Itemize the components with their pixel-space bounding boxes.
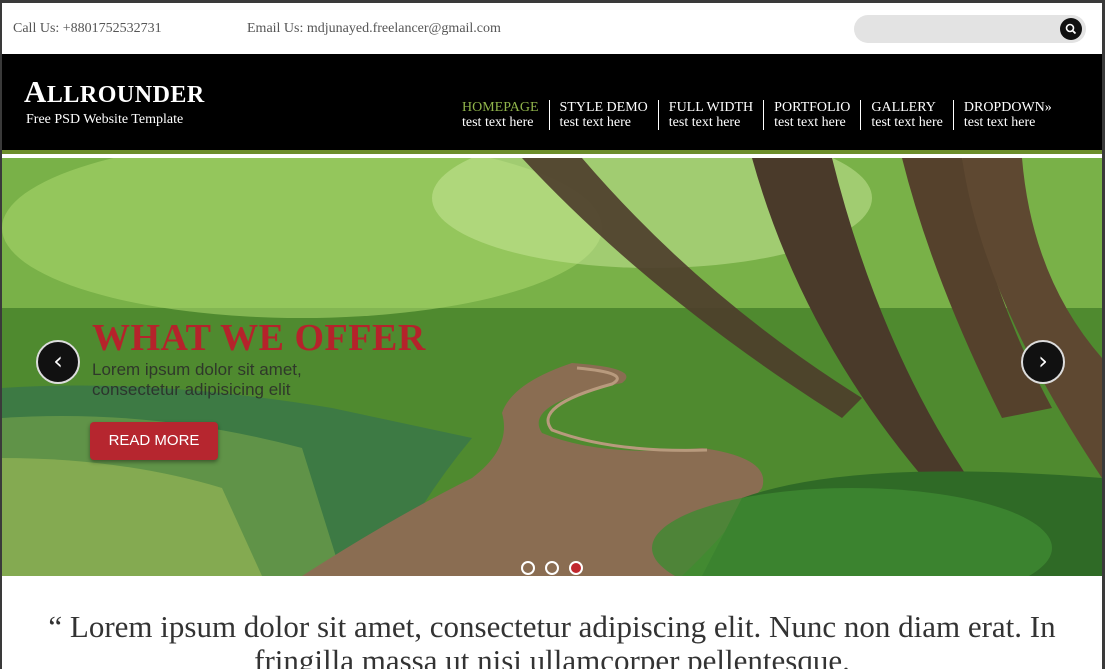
nav-item-subtitle: test text here [963, 115, 1036, 130]
hero-slider: WHAT WE OFFER Lorem ipsum dolor sit amet… [2, 158, 1102, 576]
nav-item-title: STYLE DEMO [559, 100, 648, 115]
slider-next-button[interactable]: › [1021, 340, 1065, 384]
nav-item-title: DROPDOWN» [963, 100, 1052, 115]
read-more-button[interactable]: READ MORE [90, 422, 218, 460]
nav-item-subtitle: test text here [871, 115, 943, 130]
search-button[interactable] [1060, 18, 1082, 40]
slide-title: WHAT WE OFFER [92, 317, 426, 359]
site-header: ALLROUNDER Free PSD Website Template HOM… [2, 54, 1102, 154]
chevron-left-icon: ‹ [53, 347, 63, 375]
nav-item-title: PORTFOLIO [774, 100, 851, 115]
email-text: Email Us: mdjunayed.freelancer@gmail.com [247, 21, 501, 36]
main-nav: HOMEPAGE test text here STYLE DEMO test … [452, 100, 1062, 130]
nav-item-subtitle: test text here [462, 115, 534, 130]
search-icon [1065, 23, 1077, 35]
slider-dot-3[interactable] [569, 561, 583, 575]
slide-text: Lorem ipsum dolor sit amet, consectetur … [92, 360, 302, 399]
phone-text: Call Us: +8801752532731 [13, 21, 162, 36]
logo-initial: A [24, 74, 47, 109]
nav-item-dropdown[interactable]: DROPDOWN» test text here [952, 100, 1062, 130]
slider-dot-1[interactable] [521, 561, 535, 575]
nav-item-subtitle: test text here [668, 115, 741, 130]
search-box [854, 15, 1086, 43]
nav-item-title: FULL WIDTH [668, 100, 754, 115]
slider-prev-button[interactable]: ‹ [36, 340, 80, 384]
slider-pagination [521, 561, 583, 575]
chevron-right-icon: › [1038, 347, 1048, 375]
logo-rest: LLROUNDER [46, 82, 205, 108]
nav-item-gallery[interactable]: GALLERY test text here [860, 100, 953, 130]
search-input[interactable] [866, 19, 1056, 39]
nav-item-full-width[interactable]: FULL WIDTH test text here [657, 100, 763, 130]
slider-dot-2[interactable] [545, 561, 559, 575]
nav-item-title: GALLERY [871, 100, 936, 115]
site-tagline: Free PSD Website Template [26, 112, 184, 127]
nav-item-homepage[interactable]: HOMEPAGE test text here [452, 100, 549, 130]
top-bar: Call Us: +8801752532731 Email Us: mdjuna… [2, 3, 1102, 54]
site-logo[interactable]: ALLROUNDER [24, 74, 205, 110]
nav-item-portfolio[interactable]: PORTFOLIO test text here [763, 100, 860, 130]
quote-text: “ Lorem ipsum dolor sit amet, consectetu… [48, 609, 1056, 669]
nav-item-subtitle: test text here [774, 115, 846, 130]
page-frame: Call Us: +8801752532731 Email Us: mdjuna… [0, 0, 1105, 669]
nav-item-style-demo[interactable]: STYLE DEMO test text here [548, 100, 658, 130]
nav-item-title: HOMEPAGE [462, 100, 539, 115]
nav-item-subtitle: test text here [559, 115, 632, 130]
